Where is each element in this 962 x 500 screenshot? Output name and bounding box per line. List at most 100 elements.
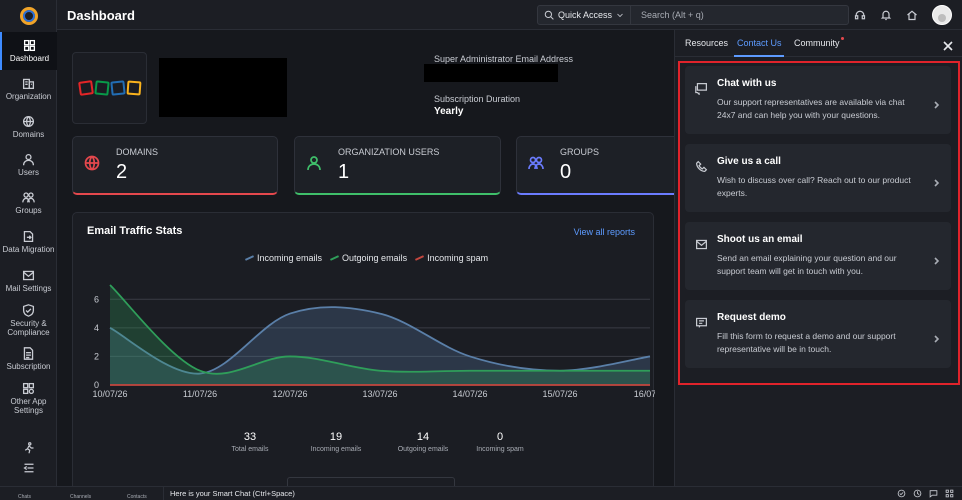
groups-icon	[22, 192, 35, 203]
sidebar-item-data-migration[interactable]: Data Migration	[0, 222, 57, 262]
total-label: Incoming spam	[476, 446, 524, 453]
bottom-channels[interactable]: Channels	[70, 494, 91, 500]
groups-card[interactable]: GROUPS 0	[516, 136, 674, 195]
demo-icon	[695, 316, 709, 330]
date-range-selector[interactable]	[287, 477, 455, 486]
org-logo	[72, 52, 147, 124]
sidebar-item-other-app-settings[interactable]: Other App Settings	[0, 378, 57, 418]
total-value: 33	[243, 431, 257, 443]
panel-tabs: Resources Contact Us Community	[675, 30, 962, 57]
sidebar-walk-icon-wrap[interactable]	[0, 442, 57, 454]
stat-value: 2	[116, 161, 128, 183]
chat-with-us-option[interactable]: Chat with us Our support representatives…	[685, 66, 951, 134]
app-logo[interactable]	[0, 0, 57, 32]
legend-spam[interactable]: Incoming spam	[415, 253, 488, 263]
chevron-right-icon	[933, 252, 941, 265]
option-title: Shoot us an email	[717, 234, 803, 245]
incoming-spam-total: 0 Incoming spam	[455, 431, 545, 453]
close-icon[interactable]	[943, 38, 953, 51]
smart-chat-bar[interactable]: Here is your Smart Chat (Ctrl+Space)	[163, 487, 893, 500]
sidebar-collapse-icon-wrap[interactable]	[0, 462, 57, 474]
globe-icon	[84, 155, 100, 171]
bottom-chats[interactable]: Chats	[18, 494, 31, 500]
x-tick-label: 13/07/26	[362, 389, 397, 399]
apps-icon	[22, 382, 35, 394]
bottom-bar: Chats Channels Contacts Here is your Sma…	[0, 486, 962, 500]
organization-users-card[interactable]: ORGANIZATION USERS 1	[294, 136, 501, 195]
option-title: Give us a call	[717, 156, 781, 167]
shoot-us-an-email-option[interactable]: Shoot us an email Send an email explaini…	[685, 222, 951, 290]
smart-chat-label: Here is your Smart Chat (Ctrl+Space)	[170, 489, 295, 498]
grid-icon	[23, 39, 36, 52]
bell-icon[interactable]	[880, 9, 892, 21]
y-tick-label: 2	[94, 351, 99, 361]
chevron-down-icon	[617, 13, 623, 18]
sidebar-item-dashboard[interactable]: Dashboard	[0, 32, 57, 70]
sidebar-item-subscription[interactable]: Subscription	[0, 340, 57, 378]
legend-label: Incoming spam	[427, 253, 489, 263]
sidebar-item-groups[interactable]: Groups	[0, 184, 57, 222]
home-icon[interactable]	[906, 9, 918, 21]
sidebar-item-users[interactable]: Users	[0, 146, 57, 184]
stat-label: ORGANIZATION USERS	[338, 147, 440, 157]
sidebar-item-security-compliance[interactable]: Security & Compliance	[0, 300, 57, 340]
option-title: Chat with us	[717, 78, 777, 89]
globe-icon	[22, 115, 35, 128]
tab-resources[interactable]: Resources	[685, 38, 728, 48]
x-tick-label: 11/07/26	[183, 389, 217, 399]
x-tick-label: 15/07/26	[542, 389, 577, 399]
option-desc: Wish to discuss over call? Reach out to …	[717, 175, 911, 198]
document-icon	[23, 347, 34, 360]
give-us-a-call-option[interactable]: Give us a call Wish to discuss over call…	[685, 144, 951, 212]
chevron-right-icon	[933, 96, 941, 109]
tab-contact-us[interactable]: Contact Us	[737, 38, 782, 48]
legend-outgoing[interactable]: Outgoing emails	[330, 253, 407, 263]
view-all-reports-link[interactable]: View all reports	[574, 227, 635, 237]
mail-settings-icon	[22, 270, 35, 281]
sidebar-item-label: Organization	[5, 92, 52, 101]
status-icon[interactable]	[897, 489, 906, 498]
domains-card[interactable]: DOMAINS 2	[72, 136, 278, 195]
total-emails: 33 Total emails	[205, 431, 295, 453]
traffic-title: Email Traffic Stats	[87, 225, 183, 237]
stat-label: GROUPS	[560, 147, 600, 157]
redacted-org-name	[159, 58, 287, 117]
legend-incoming[interactable]: Incoming emails	[244, 253, 322, 263]
topbar: Dashboard Quick Access Search (Alt + q)	[57, 0, 962, 30]
chat-icon	[695, 82, 709, 96]
zoho-logo	[77, 80, 141, 96]
sidebar-item-organization[interactable]: Organization	[0, 70, 57, 108]
headset-icon[interactable]	[854, 9, 866, 21]
tab-community[interactable]: Community	[794, 38, 840, 48]
email-icon	[695, 238, 709, 252]
avatar[interactable]	[932, 5, 952, 25]
search-input[interactable]: Search (Alt + q)	[631, 10, 704, 20]
stat-label: DOMAINS	[116, 147, 159, 157]
grid-menu-icon[interactable]	[945, 489, 954, 498]
subscription-value: Yearly	[434, 106, 464, 117]
sidebar-item-mail-settings[interactable]: Mail Settings	[0, 262, 57, 300]
subscription-label: Subscription Duration	[434, 94, 521, 104]
sidebar-item-label: Groups	[15, 206, 42, 215]
option-title: Request demo	[717, 312, 786, 323]
x-tick-label: 14/07/26	[452, 389, 487, 399]
sidebar-item-domains[interactable]: Domains	[0, 108, 57, 146]
bottom-icons	[897, 489, 954, 498]
request-demo-option[interactable]: Request demo Fill this form to request a…	[685, 300, 951, 368]
user-icon	[22, 153, 35, 166]
sidebar-item-label: Domains	[12, 130, 45, 139]
clock-icon[interactable]	[913, 489, 922, 498]
sidebar-item-label: Mail Settings	[5, 284, 52, 293]
quick-access-dropdown[interactable]: Quick Access	[538, 6, 632, 24]
migration-icon	[23, 230, 34, 243]
legend-label: Outgoing emails	[342, 253, 408, 263]
bottom-contacts[interactable]: Contacts	[127, 494, 147, 500]
walk-icon	[24, 442, 33, 454]
chat-bubble-icon[interactable]	[929, 489, 938, 498]
option-desc: Fill this form to request a demo and our…	[717, 331, 896, 354]
x-tick-label: 10/07/26	[92, 389, 127, 399]
topbar-icons	[854, 5, 952, 25]
shield-icon	[22, 303, 35, 317]
total-label: Incoming emails	[310, 446, 362, 453]
notification-dot	[841, 37, 844, 40]
